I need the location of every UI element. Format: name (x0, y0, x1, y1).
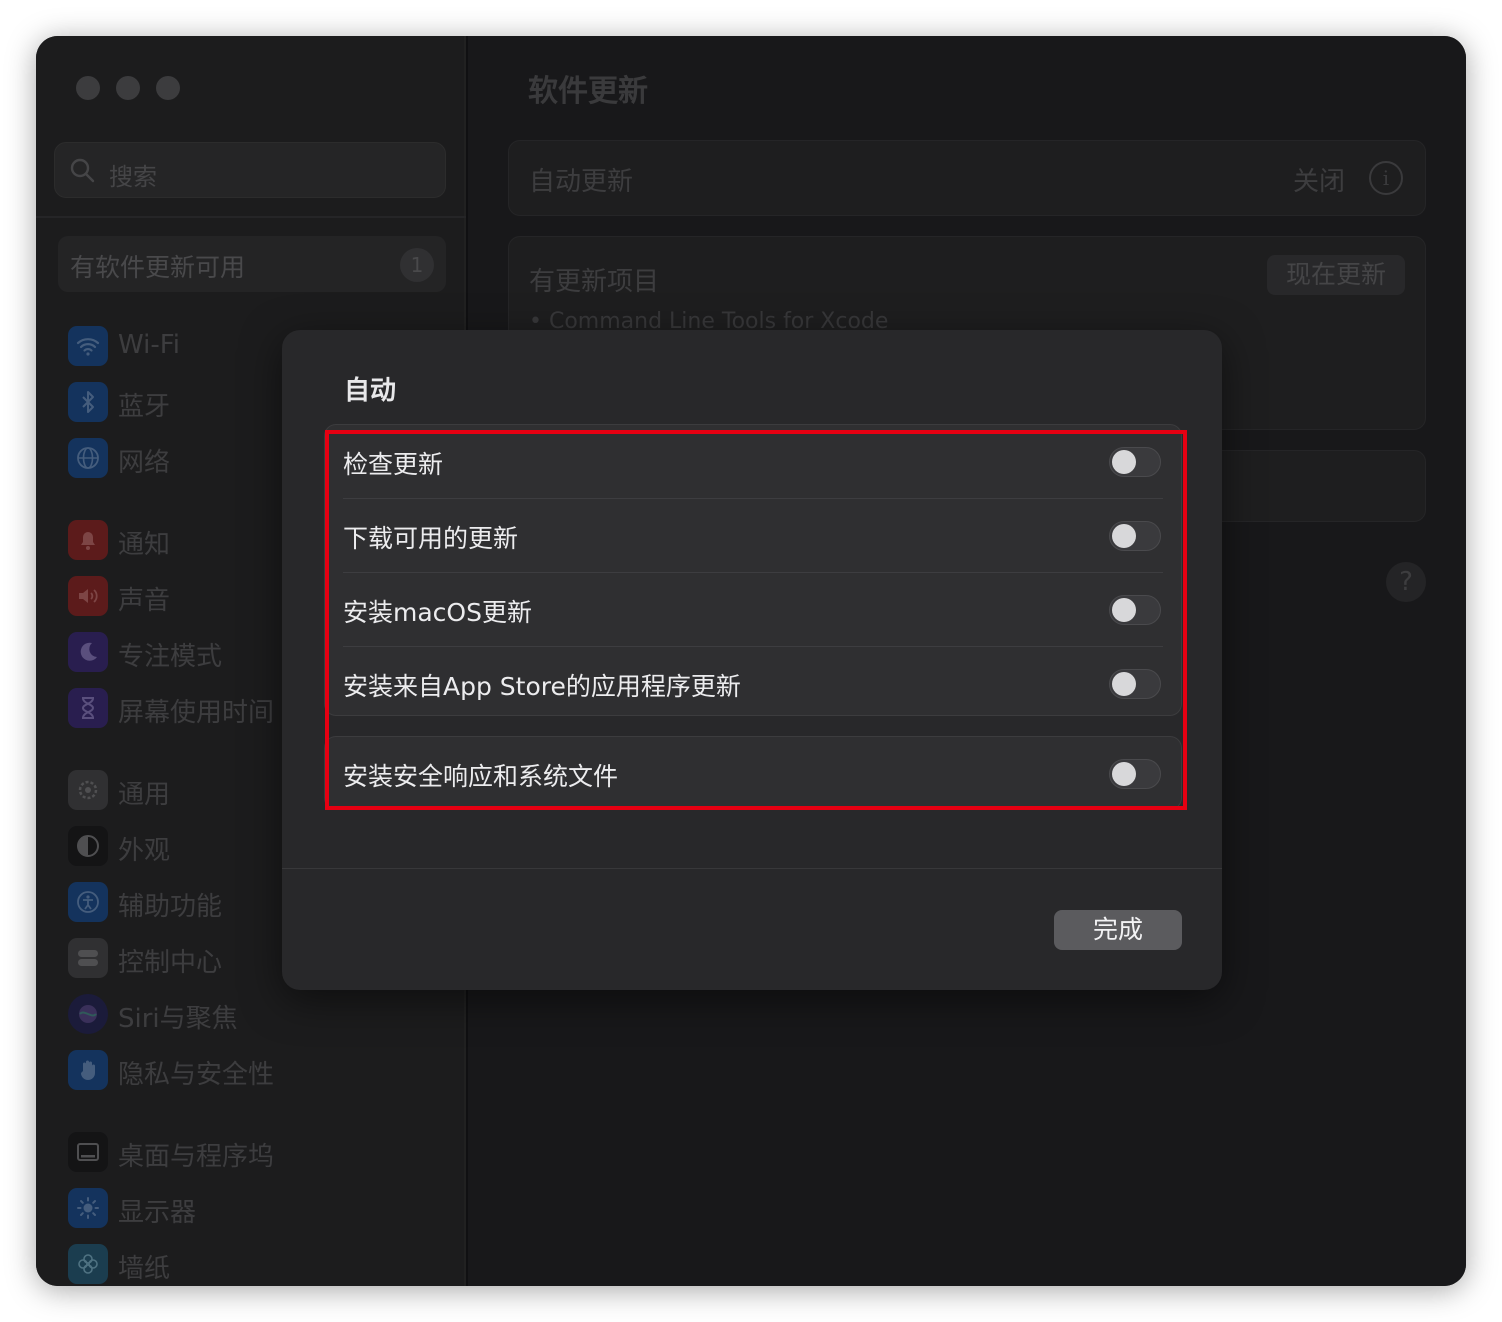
highlight-box (325, 430, 1187, 810)
done-button[interactable]: 完成 (1054, 910, 1182, 950)
sheet-divider (282, 868, 1222, 869)
sheet-title: 自动 (344, 376, 397, 406)
